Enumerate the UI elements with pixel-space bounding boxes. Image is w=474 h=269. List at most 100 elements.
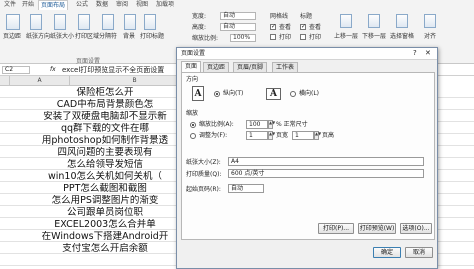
gridlines-label: 网格线 [270,13,289,20]
tab-addins[interactable]: 加载项 [154,0,176,10]
select-all-corner[interactable] [0,76,10,86]
adjust-to-input[interactable]: 100 [246,120,268,129]
help-icon[interactable]: ? [413,49,417,58]
close-icon[interactable]: ✕ [425,49,431,58]
adjust-to-spinner[interactable]: ▲▼ [268,120,275,129]
tab-page-layout[interactable]: 页面布局 [38,0,69,10]
print-area-icon[interactable] [78,14,90,30]
table-row[interactable]: 怎么给领导发短信 [10,159,200,170]
landscape-radio[interactable] [290,91,296,97]
tab-page[interactable]: 页面 [181,61,202,72]
table-row[interactable]: EXCEL2003怎么合并单 [10,219,200,230]
gridlines-print-checkbox[interactable] [270,34,276,40]
tab-view[interactable]: 视图 [134,0,150,10]
landscape-page-icon: A [266,88,281,100]
bring-forward-icon[interactable] [340,14,352,28]
width-dropdown[interactable]: 自动 [220,12,256,20]
headings-view-checkbox[interactable] [300,23,306,30]
paper-size-select[interactable]: A4 [228,157,424,166]
orientation-icon[interactable] [30,14,42,30]
tab-formulas[interactable]: 公式 [74,0,90,10]
headings-label: 标题 [300,13,313,20]
dialog-titlebar[interactable]: 页面设置 ? ✕ [177,48,437,60]
scale-label: 缩放比例: [192,35,219,42]
tab-home[interactable]: 开始 [20,0,36,10]
headings-print-checkbox[interactable] [300,34,306,40]
print-titles-button[interactable]: 打印标题 [140,33,164,40]
height-label: 高度: [192,24,207,31]
table-row[interactable]: 安装了双硬盘电脑却不显示新 [10,111,200,122]
align-icon[interactable] [424,14,436,28]
table-row[interactable]: 保险柜怎么开 [10,87,200,98]
size-icon[interactable] [54,14,66,30]
orientation-section-label: 方向 [186,76,199,83]
send-backward-button[interactable]: 下移一层 [362,33,386,40]
breaks-button[interactable]: 分隔符 [99,33,117,40]
bring-forward-button[interactable]: 上移一层 [334,33,358,40]
name-box[interactable]: C2 [2,66,30,74]
table-row[interactable]: win10怎么关机如何关机（ [10,171,200,182]
print-quality-select[interactable]: 600 点/英寸 [228,169,424,178]
fit-tall-unit: 页高 [322,132,335,139]
orientation-button[interactable]: 纸张方向 [26,33,50,40]
table-row[interactable]: qq群下载的文件在哪 [10,123,200,134]
print-preview-button[interactable]: 打印预览(W) [358,223,396,234]
margins-button[interactable]: 页边距 [3,33,21,40]
tab-sheet[interactable]: 工作表 [272,62,299,72]
table-row[interactable]: 支付宝怎么开启余额 [10,243,200,254]
tab-margins[interactable]: 页边距 [203,62,230,72]
gridlines-print-label: 打印 [279,34,292,41]
ok-button[interactable]: 确定 [373,247,401,258]
table-row[interactable]: 怎么用PS调整图片的渐变 [10,195,200,206]
fit-to-label[interactable]: 调整为(F): [199,132,227,139]
portrait-radio[interactable] [214,91,220,97]
options-button[interactable]: 选项(O)... [400,223,432,234]
print-button[interactable]: 打印(P)... [318,223,354,234]
column-header-a[interactable]: A [10,76,70,86]
send-backward-icon[interactable] [368,14,380,28]
fx-icon[interactable]: fx [50,66,56,73]
headings-print-label: 打印 [309,34,322,41]
table-row[interactable]: CAD中布局背景颜色怎 [10,99,200,110]
print-quality-label: 打印质量(Q): [186,171,222,178]
breaks-icon[interactable] [102,14,114,30]
fit-wide-spinner[interactable]: ▲▼ [268,131,275,140]
landscape-label[interactable]: 横向(L) [299,90,319,97]
size-button[interactable]: 纸张大小 [50,33,74,40]
table-row[interactable]: 在Windows下搭建Android开 [10,231,200,242]
height-dropdown[interactable]: 自动 [220,23,256,31]
tab-header-footer[interactable]: 页眉/页脚 [233,62,268,72]
fit-tall-spinner[interactable]: ▲▼ [314,131,321,140]
fit-to-radio[interactable] [190,133,196,139]
align-button[interactable]: 对齐 [424,33,436,40]
gridlines-view-checkbox[interactable] [270,23,276,30]
first-page-input[interactable]: 自动 [228,184,264,193]
scale-input[interactable]: 100% [230,34,256,42]
fit-tall-input[interactable]: 1 [292,131,314,140]
table-row[interactable]: 四风问题的主要表现有 [10,147,200,158]
table-row[interactable]: 用photoshop如何制作背景透 [10,135,200,146]
background-icon[interactable] [124,14,136,30]
headings-view-label: 查看 [309,24,322,31]
first-page-label: 起始页码(R): [186,186,221,193]
table-row[interactable]: PPT怎么截图和截图 [10,183,200,194]
gridlines-view-label: 查看 [279,24,292,31]
adjust-to-radio[interactable] [190,122,196,128]
formula-input[interactable]: excel打印预览显示不全页面设置 [62,66,164,74]
table-row[interactable]: 公司跟单员岗位职 [10,207,200,218]
selection-pane-icon[interactable] [396,14,408,28]
background-button[interactable]: 背景 [123,33,135,40]
paper-size-label: 纸张大小(Z): [186,159,221,166]
portrait-label[interactable]: 纵向(T) [223,90,243,97]
print-area-button[interactable]: 打印区域 [75,33,99,40]
tab-data[interactable]: 数据 [94,0,110,10]
fit-wide-input[interactable]: 1 [246,131,268,140]
margins-icon[interactable] [6,14,20,30]
adjust-to-label[interactable]: 缩放比例(A): [199,121,234,128]
tab-file[interactable]: 文件 [2,0,18,10]
print-titles-icon[interactable] [144,14,156,30]
width-label: 宽度: [192,13,207,20]
tab-review[interactable]: 审阅 [114,0,130,10]
selection-pane-button[interactable]: 选择窗格 [390,33,414,40]
cancel-button[interactable]: 取消 [405,247,433,258]
